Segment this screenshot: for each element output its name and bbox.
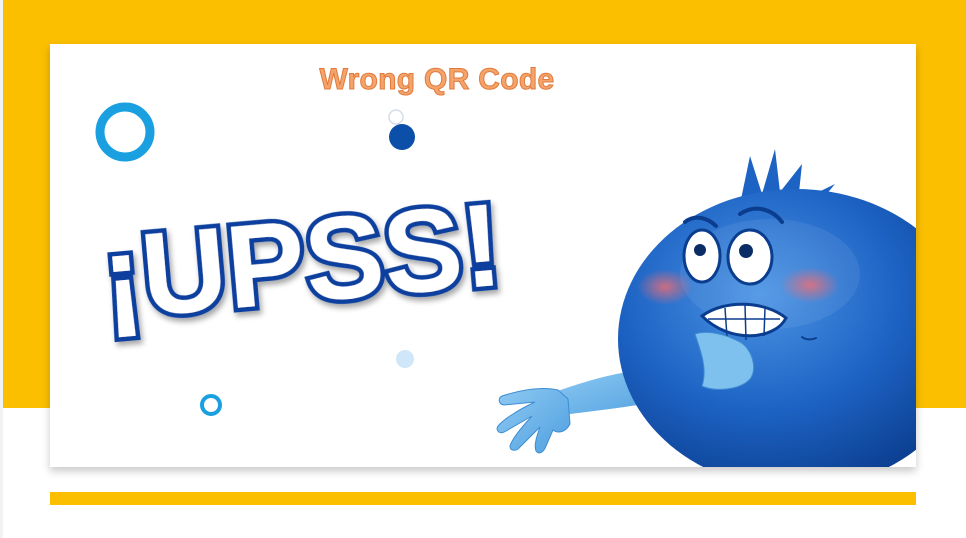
page-title: Wrong QR Code xyxy=(319,63,555,97)
worried-character xyxy=(440,94,916,467)
hand-icon xyxy=(496,388,571,454)
large-ring-icon xyxy=(95,102,155,162)
small-ring-icon xyxy=(200,394,222,416)
error-card: Wrong QR Code ¡UPSS! xyxy=(50,44,916,467)
left-edge-strip xyxy=(0,0,3,538)
upss-headline-graphic: ¡UPSS! xyxy=(92,174,511,349)
worried-character-illustration xyxy=(496,149,916,467)
bottom-accent-bar xyxy=(50,492,916,505)
dark-dot-icon xyxy=(388,109,415,150)
upss-headline: ¡UPSS! xyxy=(92,174,511,349)
pale-dot-icon xyxy=(396,350,414,368)
